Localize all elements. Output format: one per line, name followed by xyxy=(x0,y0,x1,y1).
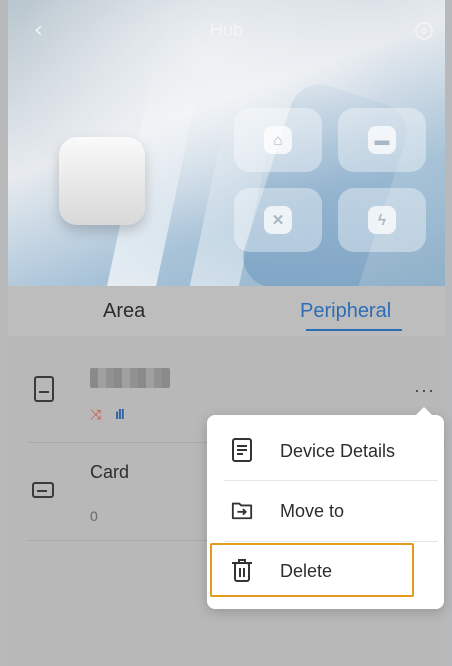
device-count: 0 xyxy=(90,508,98,524)
signal-icon: ıll xyxy=(115,406,125,422)
more-icon[interactable]: ··· xyxy=(414,380,435,401)
mode-tile-away: ▬ xyxy=(338,108,426,172)
shuffle-icon: ⤨ xyxy=(90,407,102,423)
top-bar: ‹ Hub xyxy=(8,0,445,70)
settings-icon[interactable] xyxy=(415,22,433,40)
menu-item-delete[interactable]: Delete xyxy=(207,541,444,603)
hub-device-image xyxy=(59,137,145,225)
alarm-icon: ϟ xyxy=(368,206,396,234)
hub-hero-banner: ‹ Hub ⌂ ▬ ✕ ϟ xyxy=(8,0,445,286)
briefcase-icon: ▬ xyxy=(368,126,396,154)
home-icon: ⌂ xyxy=(264,126,292,154)
device-name: Card xyxy=(90,462,130,482)
mode-tile-disarm: ✕ xyxy=(234,188,322,252)
document-icon xyxy=(232,438,252,462)
tab-area[interactable]: Area xyxy=(103,300,145,323)
shield-x-icon: ✕ xyxy=(264,206,292,234)
keypad-device-icon xyxy=(34,376,54,402)
menu-label: Move to xyxy=(280,501,345,521)
tabs: Area Peripheral xyxy=(8,286,445,336)
page-title: Hub xyxy=(209,20,244,40)
menu-item-move-to[interactable]: Move to xyxy=(207,481,444,543)
tab-underline xyxy=(306,329,402,331)
context-menu: Device Details Move to Delete xyxy=(207,407,444,609)
tab-peripheral[interactable]: Peripheral xyxy=(300,300,391,323)
trash-icon xyxy=(232,559,252,582)
card-icon xyxy=(32,482,54,498)
device-status-icons: ⤨ ıll xyxy=(90,406,125,423)
menu-label: Delete xyxy=(280,561,333,581)
device-name-redacted xyxy=(90,368,170,388)
mode-tile-home: ⌂ xyxy=(234,108,322,172)
mode-tile-panic: ϟ xyxy=(338,188,426,252)
menu-label: Device Details xyxy=(280,441,396,461)
folder-move-icon xyxy=(231,502,253,520)
menu-item-device-details[interactable]: Device Details xyxy=(207,421,444,483)
